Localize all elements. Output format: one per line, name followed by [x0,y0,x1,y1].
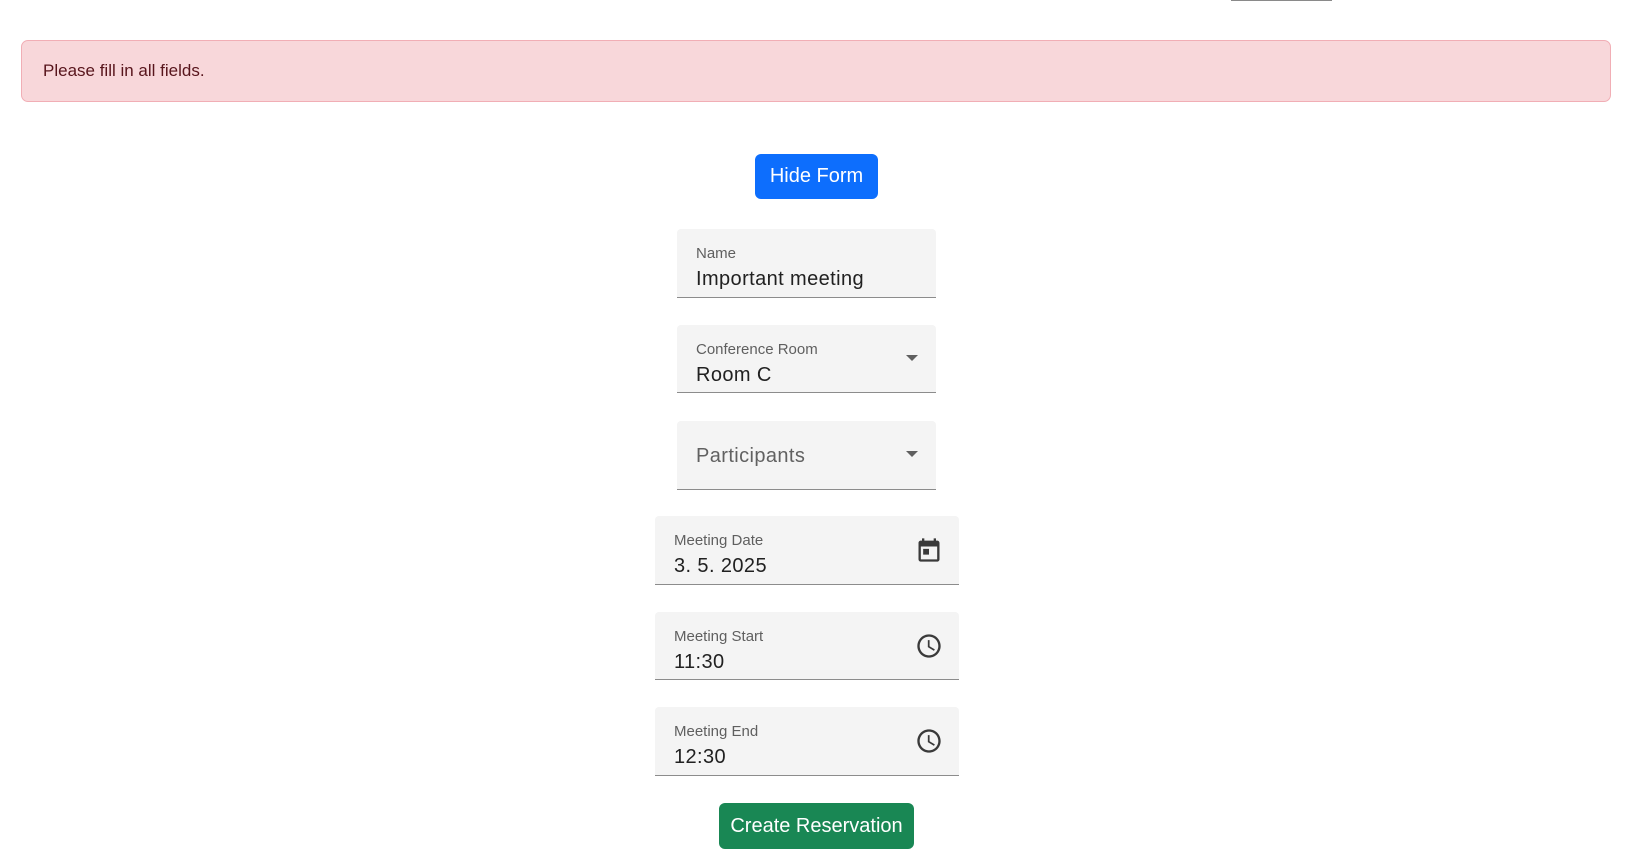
name-field[interactable]: Name Important meeting [677,229,936,298]
conference-room-label: Conference Room [696,341,818,358]
create-reservation-button[interactable]: Create Reservation [719,803,914,849]
meeting-start-label: Meeting Start [674,628,764,645]
hide-form-button[interactable]: Hide Form [755,154,878,199]
name-field-value[interactable]: Important meeting [696,268,864,291]
meeting-date-label: Meeting Date [674,532,764,549]
meeting-end-value[interactable]: 12:30 [674,746,726,769]
meeting-date-value[interactable]: 3. 5. 2025 [674,555,767,578]
clock-icon[interactable] [915,632,943,660]
meeting-end-field[interactable]: Meeting End 12:30 [655,707,959,776]
clock-icon[interactable] [915,727,943,755]
name-field-label: Name [696,245,737,262]
alert-message: Please fill in all fields. [43,61,205,80]
meeting-date-field[interactable]: Meeting Date 3. 5. 2025 [655,516,959,585]
participants-placeholder: Participants [696,445,806,467]
calendar-icon[interactable] [915,536,943,564]
arrow-drop-down-icon[interactable] [906,355,918,361]
conference-room-select[interactable]: Conference Room Room C [677,325,936,393]
participants-select[interactable]: Participants [677,421,936,490]
meeting-start-value[interactable]: 11:30 [674,651,725,674]
top-tab-indicator [1231,0,1332,1]
page: Please fill in all fields. Hide Form Nam… [0,0,1638,859]
conference-room-value[interactable]: Room C [696,364,772,387]
error-alert: Please fill in all fields. [21,40,1611,102]
arrow-drop-down-icon[interactable] [906,451,918,457]
meeting-start-field[interactable]: Meeting Start 11:30 [655,612,959,680]
meeting-end-label: Meeting End [674,723,759,740]
